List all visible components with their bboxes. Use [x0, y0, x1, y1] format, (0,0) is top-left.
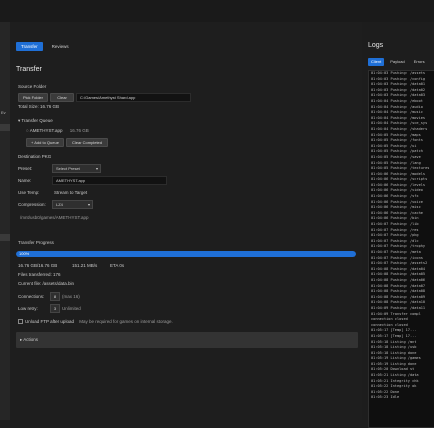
log-line: 01:04:09 Pushing: /data11	[371, 305, 426, 310]
use-temp-label: Use Temp:	[18, 190, 40, 195]
retries-note: Unlimited	[62, 306, 81, 311]
transfer-speed: 151.21 MB/s	[72, 263, 98, 268]
page-title: Transfer	[16, 66, 42, 73]
progress-percent-text: 100%	[19, 251, 30, 256]
log-line: 01:04:08 Pushing: /data06	[371, 277, 426, 282]
queue-item-size: 16.76 GB	[69, 128, 89, 133]
preset-select-value: Select Preset	[56, 166, 80, 171]
logs-title: Logs	[368, 42, 384, 49]
pick-folder-button[interactable]: Pick Folder	[18, 93, 48, 102]
chevron-down-icon: ▾	[95, 166, 98, 171]
add-to-queue-button[interactable]: + Add to Queue	[26, 138, 64, 147]
source-path-field[interactable]: C:/Games/Amethyst Shard.app	[76, 93, 191, 102]
preset-select[interactable]: Select Preset ▾	[52, 164, 101, 173]
retries-stepper[interactable]: 3	[50, 304, 60, 313]
queue-item-name: AMETHYST.app	[29, 128, 63, 133]
log-line: 01:05:23 Idle	[371, 395, 400, 400]
tab-errors-log[interactable]: Errors	[411, 58, 428, 66]
logs-tabs: Client Payload Errors	[368, 58, 428, 66]
left-strip-label: Ev	[1, 110, 6, 115]
name-field[interactable]: AMETHYST.app	[52, 176, 167, 185]
queue-item[interactable]: ○ AMETHYST.app 16.76 GB	[26, 128, 89, 133]
connections-note: (max 16)	[62, 294, 80, 299]
name-label: Name:	[18, 178, 32, 183]
chevron-down-icon: ▾	[87, 202, 90, 207]
main-tabs: Transfer Reviews	[16, 42, 74, 51]
log-line: 01:04:03 Pushing: /data01	[371, 82, 426, 87]
transferred-amount: 16.76 GB/16.76 GB	[18, 263, 58, 268]
retries-label: Low retry:	[18, 306, 38, 311]
current-file-text: Current file: /assets/data.bin	[18, 281, 75, 286]
tab-payload-log[interactable]: Payload	[387, 58, 407, 66]
unload-ftp-checkbox[interactable]: Unload FTP after upload May be required …	[18, 319, 173, 325]
preset-label: Preset:	[18, 166, 33, 171]
actions-section-label: ▸ Actions	[20, 337, 39, 342]
transfer-eta: ETA 0s	[110, 263, 125, 268]
tab-client-log[interactable]: Client	[368, 58, 385, 66]
destination-section-label: Destination PKG	[18, 154, 52, 159]
left-strip-item[interactable]	[0, 234, 10, 241]
connections-stepper[interactable]: 8	[50, 292, 60, 301]
clear-completed-button[interactable]: Clear Completed	[66, 138, 108, 147]
total-size-text: Total Size: 16.76 GB	[18, 104, 60, 109]
progress-fill	[16, 251, 356, 257]
compression-label: Compression:	[18, 202, 46, 207]
source-section-label: Source Folder	[18, 84, 47, 89]
left-panel-strip: Ev	[0, 22, 10, 420]
tab-transfer[interactable]: Transfer	[16, 42, 43, 51]
log-line: 01:04:04 Pushing: /shaders	[371, 126, 428, 131]
tab-reviews[interactable]: Reviews	[47, 42, 74, 51]
use-temp-value[interactable]: Stream to Target	[54, 190, 87, 195]
logs-panel: Logs Client Payload Errors 01:04:03 Push…	[362, 22, 434, 428]
title-bar	[0, 0, 434, 22]
checkbox-icon	[18, 319, 23, 325]
clear-source-button[interactable]: Clear	[50, 93, 74, 102]
left-strip-item[interactable]	[0, 124, 10, 131]
unload-ftp-label: Unload FTP after upload	[25, 319, 74, 324]
log-output[interactable]: 01:04:03 Pushing: /assets 01:04:03 Pushin…	[368, 70, 434, 428]
progress-section-label: Transfer Progress	[18, 240, 54, 245]
transfer-queue-toggle[interactable]: ▾ Transfer Queue	[18, 118, 53, 124]
log-line: 01:04:05 Pushing: /textures	[371, 166, 430, 171]
log-line: 01:04:03 Pushing: /assets	[371, 71, 426, 75]
transfer-progress-bar: 100%	[16, 251, 356, 257]
files-transferred-text: Files transferred: 176	[18, 272, 61, 277]
transfer-panel: Transfer Reviews Transfer Source Folder …	[10, 22, 360, 420]
destination-path-text: /mnt/usb0/games/AMETHYST.app	[20, 215, 89, 220]
log-line: 01:04:08 Pushing: /data08	[371, 289, 426, 294]
log-line: 01:04:07 Pushing: /assets2	[371, 261, 428, 266]
unload-ftp-note: May be required for games on internal st…	[79, 319, 173, 324]
connections-label: Connections:	[18, 294, 45, 299]
compression-select[interactable]: LZ4 ▾	[52, 200, 93, 209]
compression-select-value: LZ4	[56, 202, 63, 207]
actions-section[interactable]: ▸ Actions	[16, 332, 358, 348]
